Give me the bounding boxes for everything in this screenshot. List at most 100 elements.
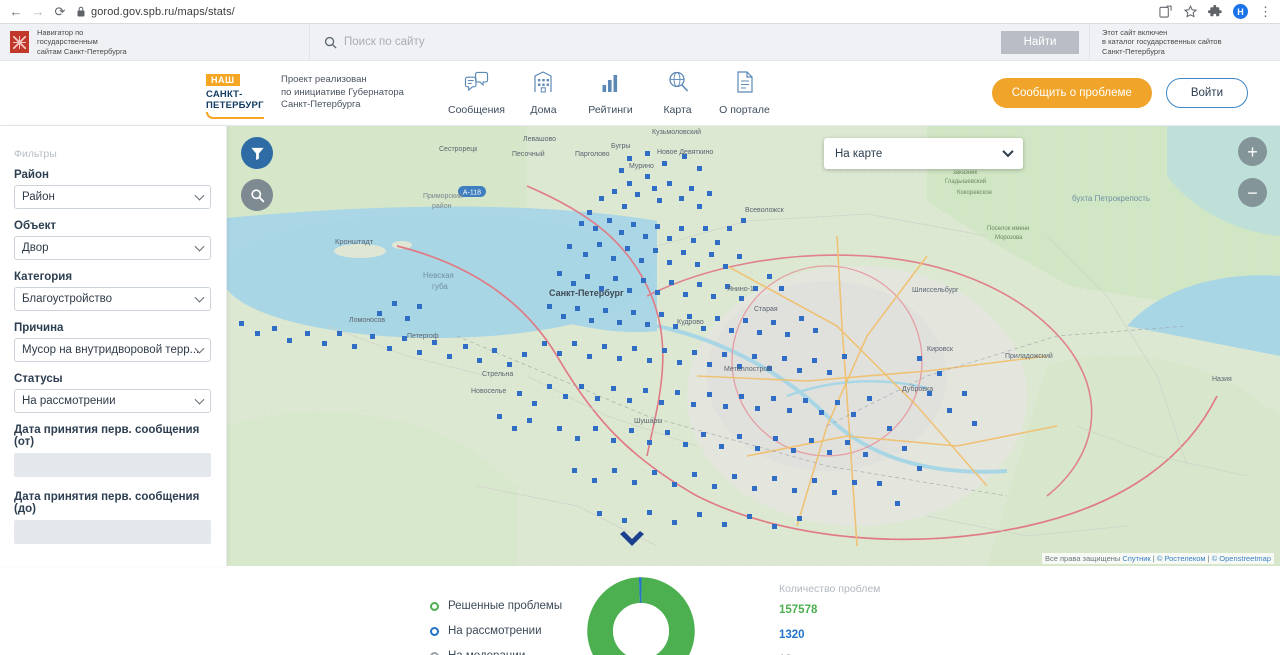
main-nav: Сообщения Дома Рейтинги Карта О портале: [443, 69, 778, 118]
count-review: 1320: [779, 629, 805, 641]
filter-select-category[interactable]: Благоустройство: [14, 287, 211, 311]
donut-center-hole: [613, 603, 669, 655]
gov-nav-line-1: Навигатор по: [37, 27, 84, 37]
svg-text:Сестрорецк: Сестрорецк: [439, 146, 478, 153]
search-input[interactable]: [344, 36, 1001, 48]
map-zoom-controls: + −: [1238, 137, 1267, 219]
find-button[interactable]: Найти: [1001, 30, 1079, 54]
svg-text:Петергоф: Петергоф: [407, 333, 439, 340]
map-container[interactable]: A-118 Санкт-Петербург Кронштадт Невская …: [227, 126, 1280, 566]
filter-select-object[interactable]: Двор: [14, 236, 211, 260]
nav-item-messages[interactable]: Сообщения: [443, 69, 510, 118]
svg-text:Кокоревское: Кокоревское: [957, 190, 993, 196]
filter-value-reason: Мусор на внутридворовой терр...: [22, 344, 200, 356]
back-arrow-icon[interactable]: ←: [6, 2, 26, 22]
login-button[interactable]: Войти: [1165, 78, 1248, 108]
map-view-dropdown[interactable]: На карте: [824, 138, 1023, 169]
report-problem-button[interactable]: Сообщить о проблеме: [991, 78, 1152, 108]
svg-text:Невская: Невская: [423, 271, 454, 280]
nav-label-houses: Дома: [530, 103, 557, 116]
svg-text:Дубровка: Дубровка: [902, 385, 933, 393]
bar-chart-icon: [577, 69, 644, 95]
header-actions: Сообщить о проблеме Войти: [991, 78, 1280, 108]
filter-select-status[interactable]: На рассмотрении: [14, 389, 211, 413]
filter-select-district[interactable]: Район: [14, 185, 211, 209]
tagline-line-3: Санкт-Петербурга: [281, 99, 361, 111]
header-tagline: Проект реализован по инициативе Губернат…: [281, 74, 431, 112]
forward-arrow-icon[interactable]: →: [28, 2, 48, 22]
svg-text:Шлиссельбург: Шлиссельбург: [912, 286, 959, 294]
svg-text:Песочный: Песочный: [512, 150, 545, 158]
site-logo[interactable]: НАШ САНКТ-ПЕТЕРБУРГ: [206, 68, 268, 119]
map-zoom-out-button[interactable]: −: [1238, 178, 1267, 207]
svg-text:Старая: Старая: [754, 306, 778, 313]
profile-avatar[interactable]: H: [1233, 4, 1248, 19]
logo-name-text: САНКТ-ПЕТЕРБУРГ: [206, 88, 264, 111]
gov-catalog-note: Этот сайт включен в каталог государствен…: [1090, 24, 1280, 60]
svg-text:Кудрово: Кудрово: [677, 319, 704, 326]
star-icon[interactable]: [1183, 5, 1197, 19]
install-app-icon[interactable]: [1158, 5, 1172, 19]
filter-label-status: Статусы: [14, 373, 63, 385]
map-search-button[interactable]: [241, 179, 273, 211]
attribution-openstreetmap[interactable]: © Openstreetmap: [1212, 554, 1271, 563]
three-dot-menu-icon[interactable]: ⋮: [1259, 5, 1272, 18]
nav-item-houses[interactable]: Дома: [510, 69, 577, 118]
gov-navigator-text: Навигатор по государственным сайтам Санк…: [37, 28, 127, 57]
filter-select-reason[interactable]: Мусор на внутридворовой терр...: [14, 338, 211, 362]
svg-text:Ломоносов: Ломоносов: [349, 317, 385, 324]
attribution-sputnik[interactable]: Спутник: [1122, 554, 1150, 563]
filter-label-reason: Причина: [14, 322, 64, 334]
svg-text:Бугры: Бугры: [611, 143, 630, 150]
map-zoom-in-button[interactable]: +: [1238, 137, 1267, 166]
building-icon: [510, 69, 577, 95]
nav-label-map: Карта: [663, 103, 692, 116]
gov-note-line-3: Санкт-Петербурга: [1102, 46, 1165, 56]
map-canvas[interactable]: A-118 Санкт-Петербург Кронштадт Невская …: [227, 126, 1280, 566]
funnel-icon: [250, 147, 264, 160]
map-view-dropdown-value: На карте: [835, 147, 883, 160]
nav-item-map[interactable]: Карта: [644, 69, 711, 118]
svg-text:Морозова: Морозова: [995, 235, 1023, 241]
nav-item-about[interactable]: О портале: [711, 69, 778, 118]
statistics-panel: Решенные проблемы На рассмотрении На мод…: [0, 566, 1280, 655]
browser-action-icons: H ⋮: [1158, 4, 1280, 19]
legend-item-moderation[interactable]: На модерации: [430, 644, 575, 655]
attribution-rostelecom[interactable]: © Ростелеком: [1157, 554, 1206, 563]
svg-text:Гладышевский: Гладышевский: [945, 178, 986, 185]
svg-text:Приморский: Приморский: [423, 192, 463, 200]
map-left-controls: [241, 137, 273, 221]
svg-text:Кузьмоловский: Кузьмоловский: [652, 128, 701, 136]
svg-text:Всеволожск: Всеволожск: [745, 207, 785, 214]
main-content: Фильтры Район Район Объект Двор Категори…: [0, 126, 1280, 566]
svg-text:Новое Девяткино: Новое Девяткино: [657, 149, 713, 156]
svg-text:Левашово: Левашово: [523, 136, 556, 143]
nav-item-ratings[interactable]: Рейтинги: [577, 69, 644, 118]
filter-input-date-from[interactable]: [14, 453, 211, 477]
svg-text:район: район: [432, 202, 452, 210]
filter-value-district: Район: [22, 191, 55, 203]
gov-navigator-block[interactable]: Навигатор по государственным сайтам Санк…: [0, 24, 310, 60]
svg-text:бухта Петрокрепость: бухта Петрокрепость: [1072, 194, 1150, 203]
tagline-line-1: Проект реализован: [281, 74, 367, 86]
attribution-prefix: Все права защищены: [1044, 554, 1121, 563]
document-icon: [711, 69, 778, 95]
svg-text:Поселок имени: Поселок имени: [987, 226, 1029, 232]
address-bar[interactable]: gorod.gov.spb.ru/maps/stats/: [76, 6, 1158, 18]
svg-text:Назия: Назия: [1212, 376, 1232, 383]
chart-legend: Решенные проблемы На рассмотрении На мод…: [430, 594, 575, 655]
gov-nav-line-2: государственным: [37, 37, 98, 47]
legend-item-solved[interactable]: Решенные проблемы: [430, 594, 575, 619]
puzzle-icon[interactable]: [1208, 4, 1222, 19]
map-filter-button[interactable]: [241, 137, 273, 169]
counts-column: Количество проблем 157578 1320 13: [779, 583, 880, 655]
browser-nav-buttons: ← → ⟳: [0, 2, 70, 22]
gov-nav-line-3: сайтам Санкт-Петербурга: [37, 46, 127, 56]
legend-marker-moderation: [430, 651, 439, 655]
browser-toolbar: ← → ⟳ gorod.gov.spb.ru/maps/stats/ H ⋮: [0, 0, 1280, 24]
legend-item-review[interactable]: На рассмотрении: [430, 619, 575, 644]
svg-text:Янино-1: Янино-1: [727, 286, 754, 293]
filter-input-date-to[interactable]: [14, 520, 211, 544]
reload-icon[interactable]: ⟳: [50, 2, 70, 22]
svg-text:Шушары: Шушары: [634, 418, 662, 425]
